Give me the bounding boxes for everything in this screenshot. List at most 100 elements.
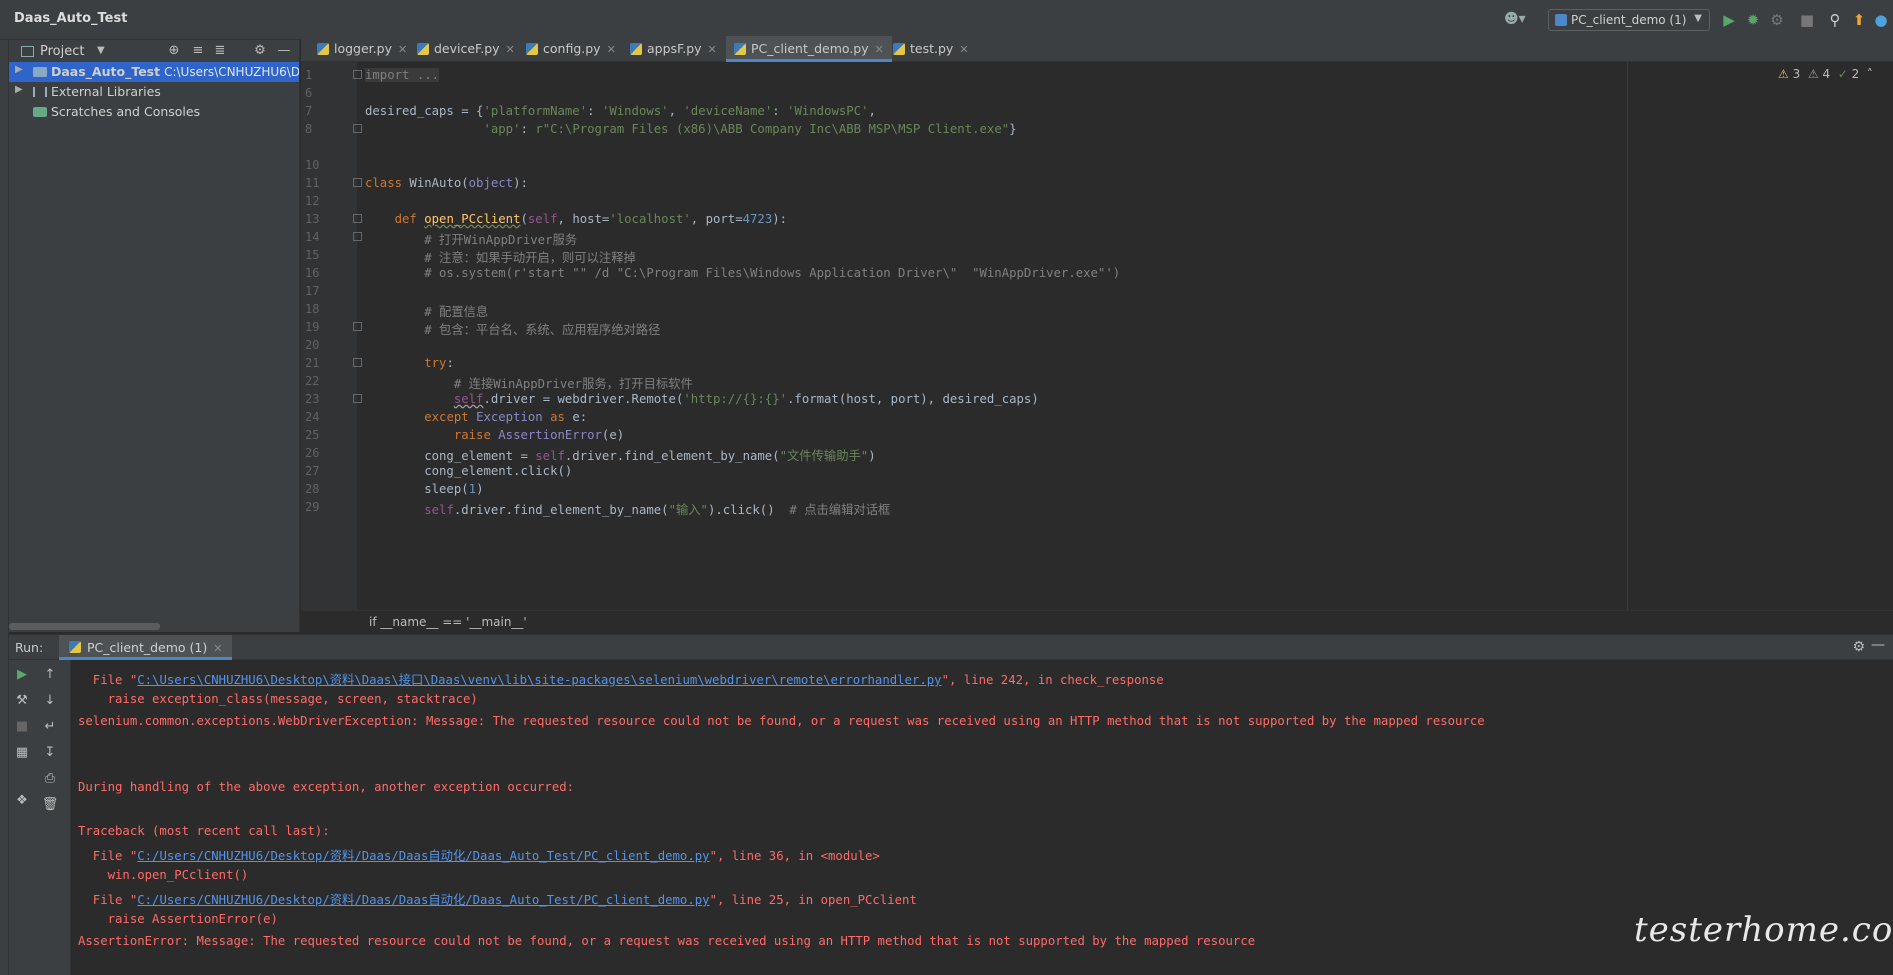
chevron-right-icon[interactable]: ▶ <box>15 84 23 95</box>
file-link[interactable]: C:/Users/CNHUZHU6/Desktop/资料/Daas/Daas自动… <box>137 849 709 863</box>
arrow-up-icon[interactable]: ↑ <box>41 666 59 684</box>
code-line: # 连接WinAppDriver服务，打开目标软件 <box>365 377 693 391</box>
soft-wrap-icon[interactable]: ↵ <box>41 718 59 736</box>
code-line: cong_element = self.driver.find_element_… <box>365 449 876 463</box>
file-link[interactable]: C:\Users\CNHUZHU6\Desktop\资料\Daas\接口\Daa… <box>137 673 941 687</box>
run-config-selector[interactable]: PC_client_demo (1) ▼ <box>1548 9 1710 31</box>
layout-icon[interactable]: ▦ <box>13 744 31 762</box>
fold-marker[interactable] <box>353 232 362 241</box>
breadcrumb[interactable]: if __name__ == '__main__' <box>369 615 527 629</box>
python-file-icon <box>317 43 329 55</box>
minimize-icon[interactable]: — <box>1871 637 1885 653</box>
code-line: # 配置信息 <box>365 305 489 319</box>
fold-marker[interactable] <box>353 178 362 187</box>
stop-icon[interactable]: ■ <box>1798 11 1816 29</box>
gear-icon[interactable]: ⚙ <box>1852 639 1865 655</box>
line-number: 22 <box>305 374 320 388</box>
code-line: self.driver = webdriver.Remote('http://{… <box>453 392 1039 406</box>
fold-marker[interactable] <box>353 322 362 331</box>
console-line: selenium.common.exceptions.WebDriverExce… <box>78 714 1485 728</box>
expand-all-icon[interactable]: ≡ <box>189 43 207 61</box>
inspection-widget[interactable]: ⚠ 3 ⚠ 4 ✓ 2 ˄ <box>1778 67 1873 81</box>
console-line: Traceback (most recent call last): <box>78 824 330 838</box>
trash-icon[interactable]: 🗑 <box>41 796 59 814</box>
gear-icon[interactable]: ⚙ <box>251 43 269 61</box>
run-label: Run: <box>15 640 44 655</box>
folder-icon <box>33 67 47 77</box>
tab-label: test.py <box>910 41 954 56</box>
fold-marker[interactable] <box>353 70 362 79</box>
coverage-icon[interactable]: ⚙ <box>1768 11 1786 29</box>
title-bar: Daas_Auto_Test ☻▾ PC_client_demo (1) ▼ ▶… <box>0 0 1893 40</box>
line-number: 29 <box>305 500 320 514</box>
tab-label: logger.py <box>334 41 392 56</box>
update-icon[interactable]: ⬆ <box>1850 11 1868 29</box>
weak-warning-icon: ⚠ <box>1807 67 1819 81</box>
run-console[interactable]: File "C:\Users\CNHUZHU6\Desktop\资料\Daas\… <box>71 660 1893 975</box>
close-icon[interactable]: ✕ <box>398 43 407 56</box>
close-icon[interactable]: ✕ <box>875 43 884 56</box>
horizontal-scrollbar[interactable] <box>9 623 160 630</box>
fold-marker[interactable] <box>353 124 362 133</box>
tree-item-external-libraries[interactable]: ▶ External Libraries <box>9 82 299 102</box>
code-editor[interactable]: 1 6 7 8 10 11 12 13 14 15 16 17 18 19 20… <box>301 62 1893 632</box>
debug-icon[interactable]: ✹ <box>1744 11 1762 29</box>
close-icon[interactable]: ✕ <box>213 642 222 655</box>
code-line: # 打开WinAppDriver服务 <box>365 233 578 247</box>
chevron-right-icon[interactable]: ▶ <box>15 64 23 75</box>
chevron-down-icon[interactable]: ▼ <box>97 45 105 56</box>
line-number: 13 <box>305 212 320 226</box>
stop-icon[interactable]: ■ <box>13 718 31 736</box>
run-config-label: PC_client_demo (1) <box>1571 13 1687 27</box>
search-icon[interactable]: ⚲ <box>1826 11 1844 29</box>
close-icon[interactable]: ✕ <box>708 43 717 56</box>
wrench-icon[interactable]: ⚒ <box>13 692 31 710</box>
close-icon[interactable]: ✕ <box>506 43 515 56</box>
line-number: 17 <box>305 284 320 298</box>
line-number: 20 <box>305 338 320 352</box>
tab-config[interactable]: config.py ✕ <box>518 36 624 62</box>
print-icon[interactable]: ⎙ <box>41 770 59 788</box>
plugin-icon[interactable]: ● <box>1872 11 1890 29</box>
line-number: 26 <box>305 446 320 460</box>
tree-item-scratches[interactable]: Scratches and Consoles <box>9 102 299 122</box>
collapse-all-icon[interactable]: ≣ <box>211 43 229 61</box>
line-number: 28 <box>305 482 320 496</box>
tab-appsf[interactable]: appsF.py ✕ <box>622 36 725 62</box>
tab-run-pc-client-demo[interactable]: PC_client_demo (1) ✕ <box>59 635 233 660</box>
tab-test[interactable]: test.py ✕ <box>885 36 977 62</box>
minimize-icon[interactable]: — <box>275 43 293 61</box>
scratches-icon <box>33 107 47 117</box>
fold-marker[interactable] <box>353 358 362 367</box>
fold-marker[interactable] <box>353 394 362 403</box>
tab-logger[interactable]: logger.py ✕ <box>309 36 415 62</box>
breadcrumb-bar: if __name__ == '__main__' <box>301 610 1893 632</box>
project-icon <box>21 46 34 57</box>
code-line: # 注意：如果手动开启，则可以注释掉 <box>365 251 636 265</box>
code-line: desired_caps = {'platformName': 'Windows… <box>365 104 876 118</box>
tree-item-project-root[interactable]: ▶ Daas_Auto_Test C:\Users\CNHUZHU6\Des <box>9 62 299 82</box>
rerun-icon[interactable]: ▶ <box>13 666 31 684</box>
warning-icon: ⚠ <box>1778 67 1789 81</box>
python-file-icon <box>417 43 429 55</box>
locate-icon[interactable]: ⊕ <box>165 43 183 61</box>
file-link[interactable]: C:/Users/CNHUZHU6/Desktop/资料/Daas/Daas自动… <box>137 893 709 907</box>
tab-pc-client-demo[interactable]: PC_client_demo.py ✕ <box>726 36 892 62</box>
project-title[interactable]: Project <box>40 44 84 59</box>
scroll-to-end-icon[interactable]: ↧ <box>41 744 59 762</box>
user-icon[interactable]: ☻▾ <box>1504 11 1530 29</box>
code-line: try: <box>424 356 454 370</box>
line-number: 1 <box>305 68 313 82</box>
fold-marker[interactable] <box>353 214 362 223</box>
code-line: except Exception as e: <box>424 410 588 424</box>
tab-devicef[interactable]: deviceF.py ✕ <box>409 36 523 62</box>
close-icon[interactable]: ✕ <box>607 43 616 56</box>
arrow-down-icon[interactable]: ↓ <box>41 692 59 710</box>
chevron-down-icon: ▼ <box>1694 13 1702 24</box>
code-area[interactable]: import ... desired_caps = {'platformName… <box>365 62 1625 610</box>
pin-icon[interactable]: ❖ <box>13 792 31 810</box>
close-icon[interactable]: ✕ <box>959 43 968 56</box>
console-line: File "C:\Users\CNHUZHU6\Desktop\资料\Daas\… <box>78 673 1164 687</box>
chevron-up-icon[interactable]: ˄ <box>1867 67 1873 81</box>
run-icon[interactable]: ▶ <box>1720 11 1738 29</box>
